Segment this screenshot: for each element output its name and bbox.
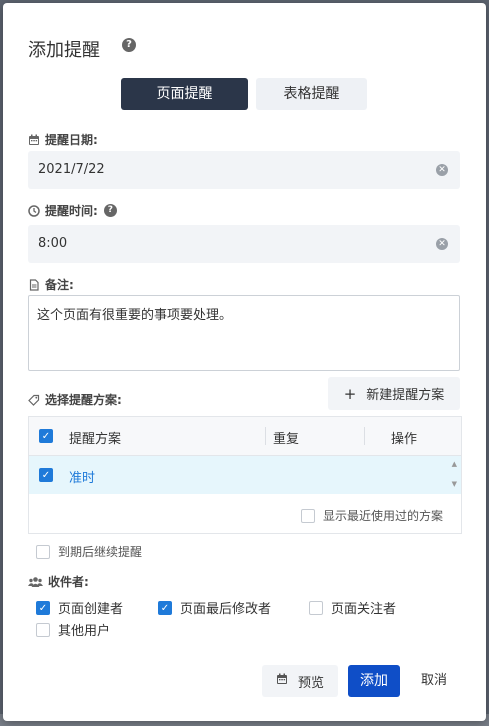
recipients-label: 收件者:: [48, 575, 89, 589]
time-label: 提醒时间:: [45, 204, 98, 218]
plans-table: ✓ 提醒方案 重复 操作 ✓ 准时 ▲ ▼ 显示最近使用过的方案: [28, 416, 462, 534]
recipient-other-users[interactable]: 其他用户: [36, 620, 110, 639]
column-header-repeat: 重复: [273, 432, 300, 447]
show-recent-checkbox[interactable]: [301, 508, 315, 523]
scroll-down-icon[interactable]: ▼: [452, 480, 457, 488]
dialog-title: 添加提醒: [28, 40, 100, 61]
recipient-checkbox[interactable]: ✓: [158, 600, 172, 615]
recipients-label-row: 收件者:: [28, 573, 89, 590]
new-plan-label: 新建提醒方案: [366, 388, 445, 403]
column-header-plan: 提醒方案: [69, 432, 122, 447]
calendar-icon: [276, 673, 288, 689]
note-textarea[interactable]: 这个页面有很重要的事项要处理。: [28, 295, 460, 371]
add-button[interactable]: 添加: [348, 665, 400, 697]
help-icon[interactable]: ?: [122, 38, 136, 52]
recipient-page-creator[interactable]: ✓ 页面创建者: [36, 598, 123, 617]
time-label-row: 提醒时间: ?: [28, 202, 117, 219]
users-icon: [28, 576, 43, 588]
recipient-label: 其他用户: [58, 624, 111, 639]
preview-label: 预览: [297, 675, 324, 691]
clear-icon[interactable]: ✕: [436, 238, 448, 250]
date-label-row: 提醒日期:: [28, 131, 98, 148]
preview-button[interactable]: 预览: [262, 665, 338, 697]
column-header-action: 操作: [391, 432, 418, 447]
time-field[interactable]: 8:00 ✕: [28, 225, 460, 263]
tag-icon: [28, 394, 40, 406]
scroll-up-icon[interactable]: ▲: [452, 460, 457, 468]
note-label: 备注:: [45, 278, 74, 292]
date-label: 提醒日期:: [45, 133, 98, 147]
clear-icon[interactable]: ✕: [436, 164, 448, 176]
recipient-label: 页面最后修改者: [180, 602, 272, 617]
column-divider: [265, 427, 266, 445]
plus-icon: +: [343, 384, 357, 403]
recipient-checkbox[interactable]: ✓: [36, 600, 50, 615]
show-recent-label: 显示最近使用过的方案: [323, 509, 444, 523]
recipient-checkbox[interactable]: [309, 600, 323, 615]
select-all-checkbox[interactable]: ✓: [39, 429, 53, 443]
date-field[interactable]: 2021/7/22 ✕: [28, 151, 460, 189]
continue-after-due-label: 到期后继续提醒: [58, 545, 143, 559]
recipient-checkbox[interactable]: [36, 622, 50, 637]
table-row[interactable]: ✓ 准时 ▲ ▼: [29, 456, 461, 494]
clock-icon: [28, 204, 40, 217]
recipient-label: 页面关注者: [331, 602, 397, 617]
note-label-row: 备注:: [28, 276, 74, 293]
date-value: 2021/7/22: [38, 162, 105, 177]
cancel-button[interactable]: 取消: [408, 665, 460, 697]
continue-after-due-option[interactable]: 到期后继续提醒: [36, 543, 142, 560]
show-recent-option[interactable]: 显示最近使用过的方案: [301, 507, 443, 524]
new-plan-button[interactable]: + 新建提醒方案: [328, 377, 460, 410]
calendar-icon: [28, 134, 40, 146]
row-checkbox[interactable]: ✓: [39, 468, 53, 482]
tab-table-reminder[interactable]: 表格提醒: [256, 78, 367, 110]
continue-after-due-checkbox[interactable]: [36, 544, 50, 559]
plans-label-row: 选择提醒方案:: [28, 391, 122, 408]
plans-label: 选择提醒方案:: [45, 393, 122, 407]
table-header: ✓ 提醒方案 重复 操作: [29, 417, 461, 456]
help-icon[interactable]: ?: [103, 204, 117, 217]
recipient-label: 页面创建者: [58, 602, 124, 617]
plan-name[interactable]: 准时: [69, 467, 95, 486]
recipient-page-watcher[interactable]: 页面关注者: [309, 598, 396, 617]
document-icon: [28, 278, 40, 291]
add-reminder-dialog: 添加提醒 ? 页面提醒 表格提醒 提醒日期: 2021/7/22 ✕ 提醒时间:…: [3, 3, 486, 721]
column-divider: [364, 427, 365, 445]
tab-page-reminder[interactable]: 页面提醒: [121, 78, 248, 110]
time-value: 8:00: [38, 236, 68, 251]
recipient-last-modifier[interactable]: ✓ 页面最后修改者: [158, 598, 271, 617]
